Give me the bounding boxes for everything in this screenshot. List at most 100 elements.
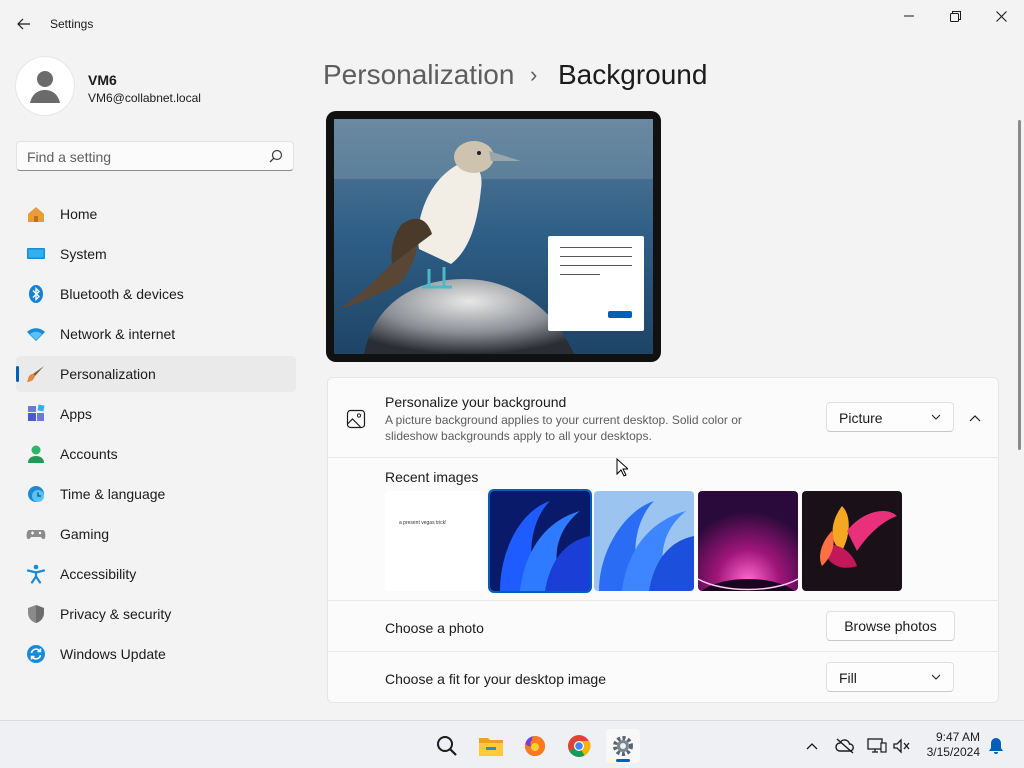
sidebar-item-gaming[interactable]: Gaming [16, 516, 296, 552]
avatar[interactable] [16, 57, 74, 115]
close-button[interactable] [978, 0, 1024, 32]
search-box[interactable] [16, 141, 294, 172]
sidebar-item-label: Apps [60, 406, 92, 422]
settings-gear-icon [613, 736, 633, 756]
sidebar-item-label: Home [60, 206, 98, 222]
page-title: Background [558, 59, 708, 90]
update-icon [26, 644, 46, 664]
show-hidden-icons-button[interactable] [801, 735, 823, 757]
fit-dropdown[interactable]: Fill [826, 662, 954, 692]
firefox-icon [525, 735, 546, 756]
taskbar-settings[interactable] [606, 729, 640, 763]
choose-photo-label: Choose a photo [385, 620, 484, 636]
recent-image-thumbnail[interactable] [594, 491, 694, 591]
thumbnail-text: a present vegas trick! [399, 520, 447, 526]
volume-tray-button[interactable] [891, 735, 913, 757]
background-type-dropdown[interactable]: Picture [826, 402, 954, 432]
clock[interactable]: 9:47 AM 3/15/2024 [927, 730, 980, 760]
dropdown-value: Fill [839, 670, 857, 686]
apps-icon [26, 404, 46, 424]
search-icon [269, 149, 283, 163]
user-email: VM6@collabnet.local [88, 91, 201, 105]
selection-indicator [16, 366, 19, 382]
breadcrumb-separator: › [530, 62, 538, 87]
divider [328, 457, 998, 458]
recent-image-thumbnail[interactable] [490, 491, 590, 591]
minimize-button[interactable] [886, 0, 932, 32]
person-icon [30, 71, 60, 103]
user-name: VM6 [88, 72, 117, 88]
notifications-button[interactable] [985, 735, 1007, 757]
breadcrumb-parent[interactable]: Personalization [323, 59, 514, 91]
sidebar-item-personalization[interactable]: Personalization [16, 356, 296, 392]
speaker-muted-icon [893, 738, 910, 754]
divider [328, 651, 998, 652]
taskbar-firefox[interactable] [518, 729, 552, 763]
bell-icon [989, 738, 1003, 754]
back-arrow-icon [17, 18, 30, 30]
search-icon [437, 736, 457, 756]
sidebar-item-label: Network & internet [60, 326, 176, 342]
taskbar-chrome[interactable] [562, 729, 596, 763]
sidebar-item-privacy[interactable]: Privacy & security [16, 596, 296, 632]
scrollbar-thumb[interactable] [1018, 120, 1021, 450]
back-button[interactable] [10, 10, 38, 38]
minimize-icon [904, 15, 914, 17]
recent-image-thumbnail[interactable]: a present vegas trick! [385, 491, 485, 591]
chrome-icon [568, 735, 591, 757]
browse-photos-button[interactable]: Browse photos [826, 611, 955, 641]
preview-window-mock [548, 236, 644, 331]
sidebar-item-system[interactable]: System [16, 236, 296, 272]
sidebar-item-label: Windows Update [60, 646, 166, 662]
recent-images-label: Recent images [385, 469, 479, 485]
chevron-down-icon [931, 414, 941, 420]
background-settings-card: Personalize your background A picture ba… [327, 377, 999, 703]
sidebar-item-time-language[interactable]: Time & language [16, 476, 296, 512]
bluetooth-icon [26, 284, 46, 304]
sidebar-item-accessibility[interactable]: Accessibility [16, 556, 296, 592]
sidebar-item-label: Accessibility [60, 566, 137, 582]
file-explorer-icon [479, 738, 503, 756]
search-input[interactable] [17, 142, 269, 172]
clock-date: 3/15/2024 [926, 745, 980, 759]
clock-globe-icon [26, 484, 46, 504]
chevron-down-icon [931, 674, 941, 680]
sidebar-item-label: Privacy & security [60, 606, 172, 622]
recent-image-thumbnail[interactable] [802, 491, 902, 591]
gamepad-icon [26, 524, 46, 544]
clock-time: 9:47 AM [935, 730, 980, 744]
desktop-preview [326, 111, 661, 362]
wallpaper-preview-image [334, 119, 653, 354]
shield-icon [26, 604, 46, 624]
picture-icon [346, 409, 366, 434]
accounts-icon [26, 444, 46, 464]
sidebar-item-home[interactable]: Home [16, 196, 296, 232]
close-icon [995, 10, 1007, 22]
sidebar-item-label: Accounts [60, 446, 118, 462]
sidebar-item-apps[interactable]: Apps [16, 396, 296, 432]
accessibility-icon [26, 564, 46, 584]
recent-image-thumbnail[interactable] [698, 491, 798, 591]
fit-label: Choose a fit for your desktop image [385, 671, 607, 687]
sidebar-item-bluetooth[interactable]: Bluetooth & devices [16, 276, 296, 312]
dropdown-value: Picture [839, 410, 883, 426]
title-bar: Settings [0, 0, 1024, 48]
network-tray-button[interactable] [866, 735, 888, 757]
brush-icon [26, 364, 46, 384]
system-icon [26, 244, 46, 264]
active-app-indicator [616, 759, 630, 762]
sidebar-item-label: Personalization [60, 366, 156, 382]
sidebar-item-label: Bluetooth & devices [60, 286, 184, 302]
sidebar-item-network[interactable]: Network & internet [16, 316, 296, 352]
taskbar-file-explorer[interactable] [474, 729, 508, 763]
divider [328, 600, 998, 601]
sidebar-item-windows-update[interactable]: Windows Update [16, 636, 296, 672]
restore-button[interactable] [932, 0, 978, 32]
wifi-icon [26, 324, 46, 344]
sidebar-item-accounts[interactable]: Accounts [16, 436, 296, 472]
taskbar-search-button[interactable] [430, 729, 464, 763]
taskbar: 9:47 AM 3/15/2024 [0, 720, 1024, 768]
sidebar-item-label: System [60, 246, 107, 262]
onedrive-tray-button[interactable] [834, 735, 856, 757]
collapse-button[interactable] [962, 406, 988, 430]
